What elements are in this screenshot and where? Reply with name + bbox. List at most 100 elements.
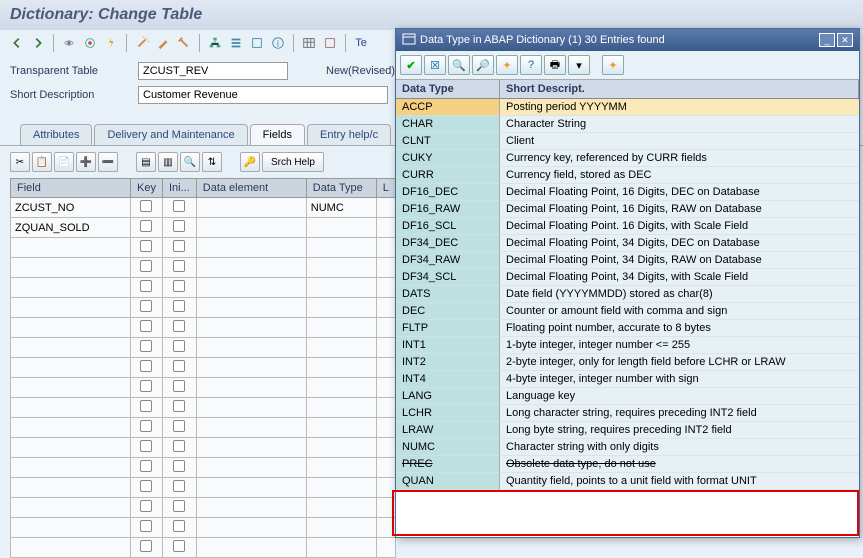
list-item[interactable]: QUANQuantity field, points to a unit fie… — [396, 473, 859, 490]
table-row[interactable] — [11, 498, 396, 518]
sort-icon[interactable]: ⇅ — [202, 152, 222, 172]
key-checkbox[interactable] — [140, 480, 152, 492]
table-row[interactable]: ZCUST_NO NUMC — [11, 198, 396, 218]
settings-button[interactable]: ✦ — [602, 55, 624, 75]
activate-icon[interactable] — [102, 34, 120, 52]
info-icon[interactable]: i — [269, 34, 287, 52]
ini-checkbox[interactable] — [173, 460, 185, 472]
ini-checkbox[interactable] — [173, 480, 185, 492]
table-row[interactable] — [11, 278, 396, 298]
list-item[interactable]: DF16_DECDecimal Floating Point, 16 Digit… — [396, 184, 859, 201]
forward-arrow-icon[interactable] — [29, 34, 47, 52]
copy-button[interactable]: 📋 — [32, 152, 52, 172]
list-item[interactable]: DF16_RAWDecimal Floating Point, 16 Digit… — [396, 201, 859, 218]
ini-checkbox[interactable] — [173, 400, 185, 412]
index-icon[interactable] — [321, 34, 339, 52]
table-row[interactable] — [11, 298, 396, 318]
list-item[interactable]: ACCPPosting period YYYYMM — [396, 99, 859, 116]
collapse-icon[interactable]: ▥ — [158, 152, 178, 172]
table-row[interactable] — [11, 398, 396, 418]
text-icon[interactable]: Te — [352, 34, 370, 52]
table-row[interactable] — [11, 318, 396, 338]
ini-checkbox[interactable] — [173, 340, 185, 352]
close-button[interactable]: ✕ — [837, 33, 853, 47]
ini-checkbox[interactable] — [173, 420, 185, 432]
list-item[interactable]: INT44-byte integer, integer number with … — [396, 371, 859, 388]
delete-button[interactable]: ➖ — [98, 152, 118, 172]
list-item[interactable]: PRECObsolete data type, do not use — [396, 456, 859, 473]
find-next-button[interactable]: 🔎 — [472, 55, 494, 75]
ini-checkbox[interactable] — [173, 240, 185, 252]
tool-icon[interactable] — [175, 34, 193, 52]
ini-checkbox[interactable] — [173, 260, 185, 272]
table-name-input[interactable] — [138, 62, 288, 80]
key-checkbox[interactable] — [140, 440, 152, 452]
list-item[interactable]: DF16_SCLDecimal Floating Point. 16 Digit… — [396, 218, 859, 235]
ini-checkbox[interactable] — [173, 520, 185, 532]
tab-delivery[interactable]: Delivery and Maintenance — [94, 124, 247, 145]
col-short-descript[interactable]: Short Descript. — [500, 80, 859, 98]
insert-button[interactable]: ➕ — [76, 152, 96, 172]
table-row[interactable]: ZQUAN_SOLD — [11, 218, 396, 238]
table-row[interactable] — [11, 418, 396, 438]
ini-checkbox[interactable] — [173, 500, 185, 512]
col-field[interactable]: Field — [11, 179, 131, 198]
ok-button[interactable]: ✔ — [400, 55, 422, 75]
short-description-input[interactable] — [138, 86, 388, 104]
display-icon[interactable] — [60, 34, 78, 52]
list-item[interactable]: CUKYCurrency key, referenced by CURR fie… — [396, 150, 859, 167]
list-item[interactable]: CLNTClient — [396, 133, 859, 150]
col-data-type[interactable]: Data Type — [306, 179, 376, 198]
ini-checkbox[interactable] — [173, 380, 185, 392]
check-icon[interactable] — [81, 34, 99, 52]
key-checkbox[interactable] — [140, 380, 152, 392]
popup-list[interactable]: ACCPPosting period YYYYMMCHARCharacter S… — [396, 99, 859, 537]
key-checkbox[interactable] — [140, 300, 152, 312]
key-checkbox[interactable] — [140, 520, 152, 532]
table-row[interactable] — [11, 518, 396, 538]
ini-checkbox[interactable] — [173, 220, 185, 232]
list-item[interactable]: DATSDate field (YYYYMMDD) stored as char… — [396, 286, 859, 303]
tab-attributes[interactable]: Attributes — [20, 124, 92, 145]
key-checkbox[interactable] — [140, 240, 152, 252]
export-button[interactable]: ▾ — [568, 55, 590, 75]
list-item[interactable]: DF34_RAWDecimal Floating Point, 34 Digit… — [396, 252, 859, 269]
list-item[interactable]: LCHRLong character string, requires prec… — [396, 405, 859, 422]
table-row[interactable] — [11, 478, 396, 498]
key-checkbox[interactable] — [140, 200, 152, 212]
col-ini[interactable]: Ini... — [162, 179, 196, 198]
list-item[interactable]: DF34_DECDecimal Floating Point, 34 Digit… — [396, 235, 859, 252]
key-checkbox[interactable] — [140, 500, 152, 512]
back-arrow-icon[interactable] — [8, 34, 26, 52]
list-item[interactable]: INT22-byte integer, only for length fiel… — [396, 354, 859, 371]
ini-checkbox[interactable] — [173, 300, 185, 312]
ini-checkbox[interactable] — [173, 360, 185, 372]
list-item[interactable]: DECCounter or amount field with comma an… — [396, 303, 859, 320]
new-button[interactable]: ✦ — [496, 55, 518, 75]
list-item[interactable]: CHARCharacter String — [396, 116, 859, 133]
ini-checkbox[interactable] — [173, 540, 185, 552]
list-item[interactable]: FLTPFloating point number, accurate to 8… — [396, 320, 859, 337]
cell-data-element[interactable] — [196, 198, 306, 218]
ini-checkbox[interactable] — [173, 320, 185, 332]
key-checkbox[interactable] — [140, 280, 152, 292]
table-row[interactable] — [11, 258, 396, 278]
cell-field[interactable]: ZCUST_NO — [11, 198, 131, 218]
list-item[interactable]: CURRCurrency field, stored as DEC — [396, 167, 859, 184]
find-icon[interactable]: 🔍 — [180, 152, 200, 172]
key-checkbox[interactable] — [140, 420, 152, 432]
list-item[interactable]: DF34_SCLDecimal Floating Point, 34 Digit… — [396, 269, 859, 286]
list-item[interactable]: LRAWLong byte string, requires preceding… — [396, 422, 859, 439]
cell-data-type[interactable]: NUMC — [306, 198, 376, 218]
col-length[interactable]: L — [376, 179, 395, 198]
minimize-button[interactable]: _ — [819, 33, 835, 47]
table-icon[interactable] — [300, 34, 318, 52]
cell-field[interactable]: ZQUAN_SOLD — [11, 218, 131, 238]
hierarchy-icon[interactable] — [206, 34, 224, 52]
list-item[interactable]: NUMCCharacter string with only digits — [396, 439, 859, 456]
table-row[interactable] — [11, 378, 396, 398]
ini-checkbox[interactable] — [173, 440, 185, 452]
cut-button[interactable]: ✂ — [10, 152, 30, 172]
key-checkbox[interactable] — [140, 340, 152, 352]
ini-checkbox[interactable] — [173, 200, 185, 212]
